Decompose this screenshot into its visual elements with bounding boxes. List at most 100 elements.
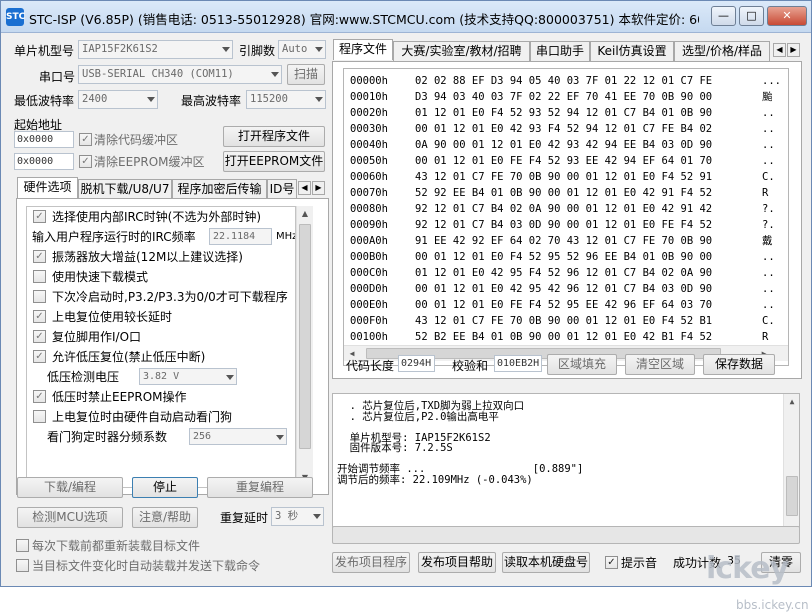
open-eeprom-file-button[interactable]: 打开EEPROM文件 [223,151,325,172]
auto-load-label: 当目标文件变化时自动装载并发送下载命令 [32,559,261,573]
option-lvd-voltage: 低压检测电压 3.82 V [27,367,295,387]
option-long-reset-delay[interactable]: ✓ 上电复位使用较长延时 [27,307,295,327]
right-tab-scroll-right-icon[interactable]: ▶ [787,43,800,57]
hex-ascii: .. [762,251,775,263]
watchdog-prescaler-select[interactable]: 256 [189,428,287,445]
scan-button[interactable]: 扫描 [287,64,325,85]
log-output[interactable]: . 芯片复位后,TXD脚为弱上拉双向口 . 芯片复位后,P2.0输出高电平 单片… [332,393,800,541]
progress-bar [332,526,800,544]
repeat-delay-select[interactable]: 3 秒 [271,507,324,526]
option-internal-irc[interactable]: ✓ 选择使用内部IRC时钟(不选为外部时钟) [27,207,295,227]
pin-count-label: 引脚数 [239,44,276,58]
hex-address: 000F0h [350,315,388,327]
option-low-voltage-reset[interactable]: ✓ 允许低压复位(禁止低压中断) [27,347,295,367]
hex-address: 00090h [350,219,388,231]
hex-bytes: 43 12 01 C7 FE 70 0B 90 00 01 12 01 E0 F… [415,171,713,183]
min-baud-select[interactable]: 2400 [78,90,158,109]
tab-hardware-options[interactable]: 硬件选项 [17,177,78,198]
eeprom-address-input[interactable]: 0x0000 [14,153,74,170]
irc-frequency-input[interactable]: 22.1184 [209,228,272,245]
log-scrollbar[interactable]: ▲ ▼ [783,394,799,540]
right-tab-scroll-left-icon[interactable]: ◀ [773,43,786,57]
hex-bytes: 00 01 12 01 E0 FE F4 52 95 EE 42 96 EF 6… [415,299,713,311]
beep-checkbox[interactable]: ✓ [605,556,618,569]
tab-scroll-right-icon[interactable]: ▶ [312,181,325,195]
hex-ascii: .. [762,299,775,311]
auto-load-checkbox[interactable] [16,559,29,572]
option-reset-pin-io[interactable]: ✓ 复位脚用作I/O口 [27,327,295,347]
reload-before-download-label: 每次下载前都重新装载目标文件 [32,539,201,553]
maximize-button[interactable]: □ [739,6,764,26]
stop-button[interactable]: 停止 [132,477,198,498]
reload-before-download-checkbox[interactable] [16,539,29,552]
option-hw-watchdog[interactable]: 上电复位时由硬件自动启动看门狗 [27,407,295,427]
tab-encrypted-transfer[interactable]: 程序加密后传输 [172,179,267,199]
max-baud-select[interactable]: 115200 [246,90,326,109]
clear-area-button[interactable]: 清空区域 [625,354,695,375]
app-icon: STC [6,8,25,26]
close-button[interactable]: ✕ [767,6,807,26]
tab-serial-assistant[interactable]: 串口助手 [530,41,590,61]
options-list: ✓ 选择使用内部IRC时钟(不选为外部时钟) 输入用户程序运行时的IRC频率 22… [26,206,296,488]
tab-keil-settings[interactable]: Keil仿真设置 [590,41,674,61]
detect-mcu-options-button[interactable]: 检测MCU选项 [17,507,123,528]
tab-program-file[interactable]: 程序文件 [333,39,393,60]
hex-ascii: R [762,331,769,343]
title-bar[interactable]: STC STC-ISP (V6.85P) (销售电话: 0513-5501292… [1,1,811,33]
hex-address: 000B0h [350,251,388,263]
hex-address: 00030h [350,123,388,135]
option-fast-download[interactable]: 使用快速下载模式 [27,267,295,287]
right-tab-row: 程序文件 大赛/实验室/教材/招聘 串口助手 Keil仿真设置 选型/价格/样品… [333,39,803,61]
log-line: 调节后的频率: 22.109MHz (-0.043%) [337,473,533,486]
clear-eeprom-checkbox[interactable]: ✓ [79,155,92,168]
hex-address: 000E0h [350,299,388,311]
left-tab-row: 硬件选项 脱机下载/U8/U7 程序加密后传输 ID号 ◀ ▶ [17,177,329,199]
read-disk-id-button[interactable]: 读取本机硬盘号 [502,552,590,573]
tab-contest-lab[interactable]: 大赛/实验室/教材/招聘 [393,41,530,61]
hex-bytes: 00 01 12 01 E0 FE F4 52 93 EE 42 94 EF 6… [415,155,713,167]
clear-eeprom-label: 清除EEPROM缓冲区 [94,155,205,169]
tab-id-number[interactable]: ID号 [267,179,297,199]
hex-bytes: 00 01 12 01 E0 42 93 F4 52 94 12 01 C7 F… [415,123,713,135]
notice-help-button[interactable]: 注意/帮助 [132,507,198,528]
publish-help-button[interactable]: 发布项目帮助 [418,552,496,573]
hex-view[interactable]: 00000h 02 02 88 EF D3 94 05 40 03 7F 01 2… [343,68,789,366]
repeat-program-button[interactable]: 重复编程 [207,477,313,498]
checksum-label: 校验和 [452,359,489,373]
pin-count-select[interactable]: Auto [278,40,326,59]
fill-area-button[interactable]: 区域填充 [547,354,617,375]
download-program-button[interactable]: 下载/编程 [17,477,123,498]
scroll-up-icon[interactable]: ▲ [297,206,313,222]
tab-selection-price[interactable]: 选型/价格/样品 [674,41,770,61]
hex-address: 00010h [350,91,388,103]
hardware-options-panel: ✓ 选择使用内部IRC时钟(不选为外部时钟) 输入用户程序运行时的IRC频率 22… [16,198,329,495]
hex-ascii: ?. [762,219,775,231]
minimize-button[interactable]: — [711,6,736,26]
log-scroll-up-icon[interactable]: ▲ [784,394,799,410]
scroll-thumb[interactable] [299,224,311,449]
tab-offline-download[interactable]: 脱机下载/U8/U7 [78,179,172,199]
tab-scroll-left-icon[interactable]: ◀ [298,181,311,195]
hex-ascii: C. [762,171,775,183]
hex-ascii: .. [762,155,775,167]
code-address-input[interactable]: 0x0000 [14,131,74,148]
clear-code-checkbox[interactable]: ✓ [79,133,92,146]
log-scroll-thumb[interactable] [786,476,798,516]
option-p32-p33-download[interactable]: 下次冷启动时,P3.2/P3.3为0/0才可下载程序 [27,287,295,307]
hex-address: 00100h [350,331,388,343]
option-oscillator-gain[interactable]: ✓ 振荡器放大增益(12M以上建议选择) [27,247,295,267]
hex-bytes: 92 12 01 C7 B4 02 0A 90 00 01 12 01 E0 4… [415,203,713,215]
hex-ascii: 戴 [762,235,773,247]
hex-ascii: 颱 [762,91,773,103]
serial-port-select[interactable]: USB-SERIAL CH340 (COM11) [78,65,282,84]
options-scrollbar[interactable]: ▲ ▼ [296,206,313,488]
save-data-button[interactable]: 保存数据 [703,354,775,375]
hex-ascii: C. [762,315,775,327]
open-program-file-button[interactable]: 打开程序文件 [223,126,325,147]
option-lv-disable-eeprom[interactable]: ✓ 低压时禁止EEPROM操作 [27,387,295,407]
mcu-type-select[interactable]: IAP15F2K61S2 [78,40,233,59]
hex-ascii: ?. [762,203,775,215]
hex-bytes: D3 94 03 40 03 7F 02 22 EF 70 41 EE 70 0… [415,91,713,103]
publish-program-button[interactable]: 发布项目程序 [332,552,410,573]
lvd-voltage-select[interactable]: 3.82 V [139,368,237,385]
